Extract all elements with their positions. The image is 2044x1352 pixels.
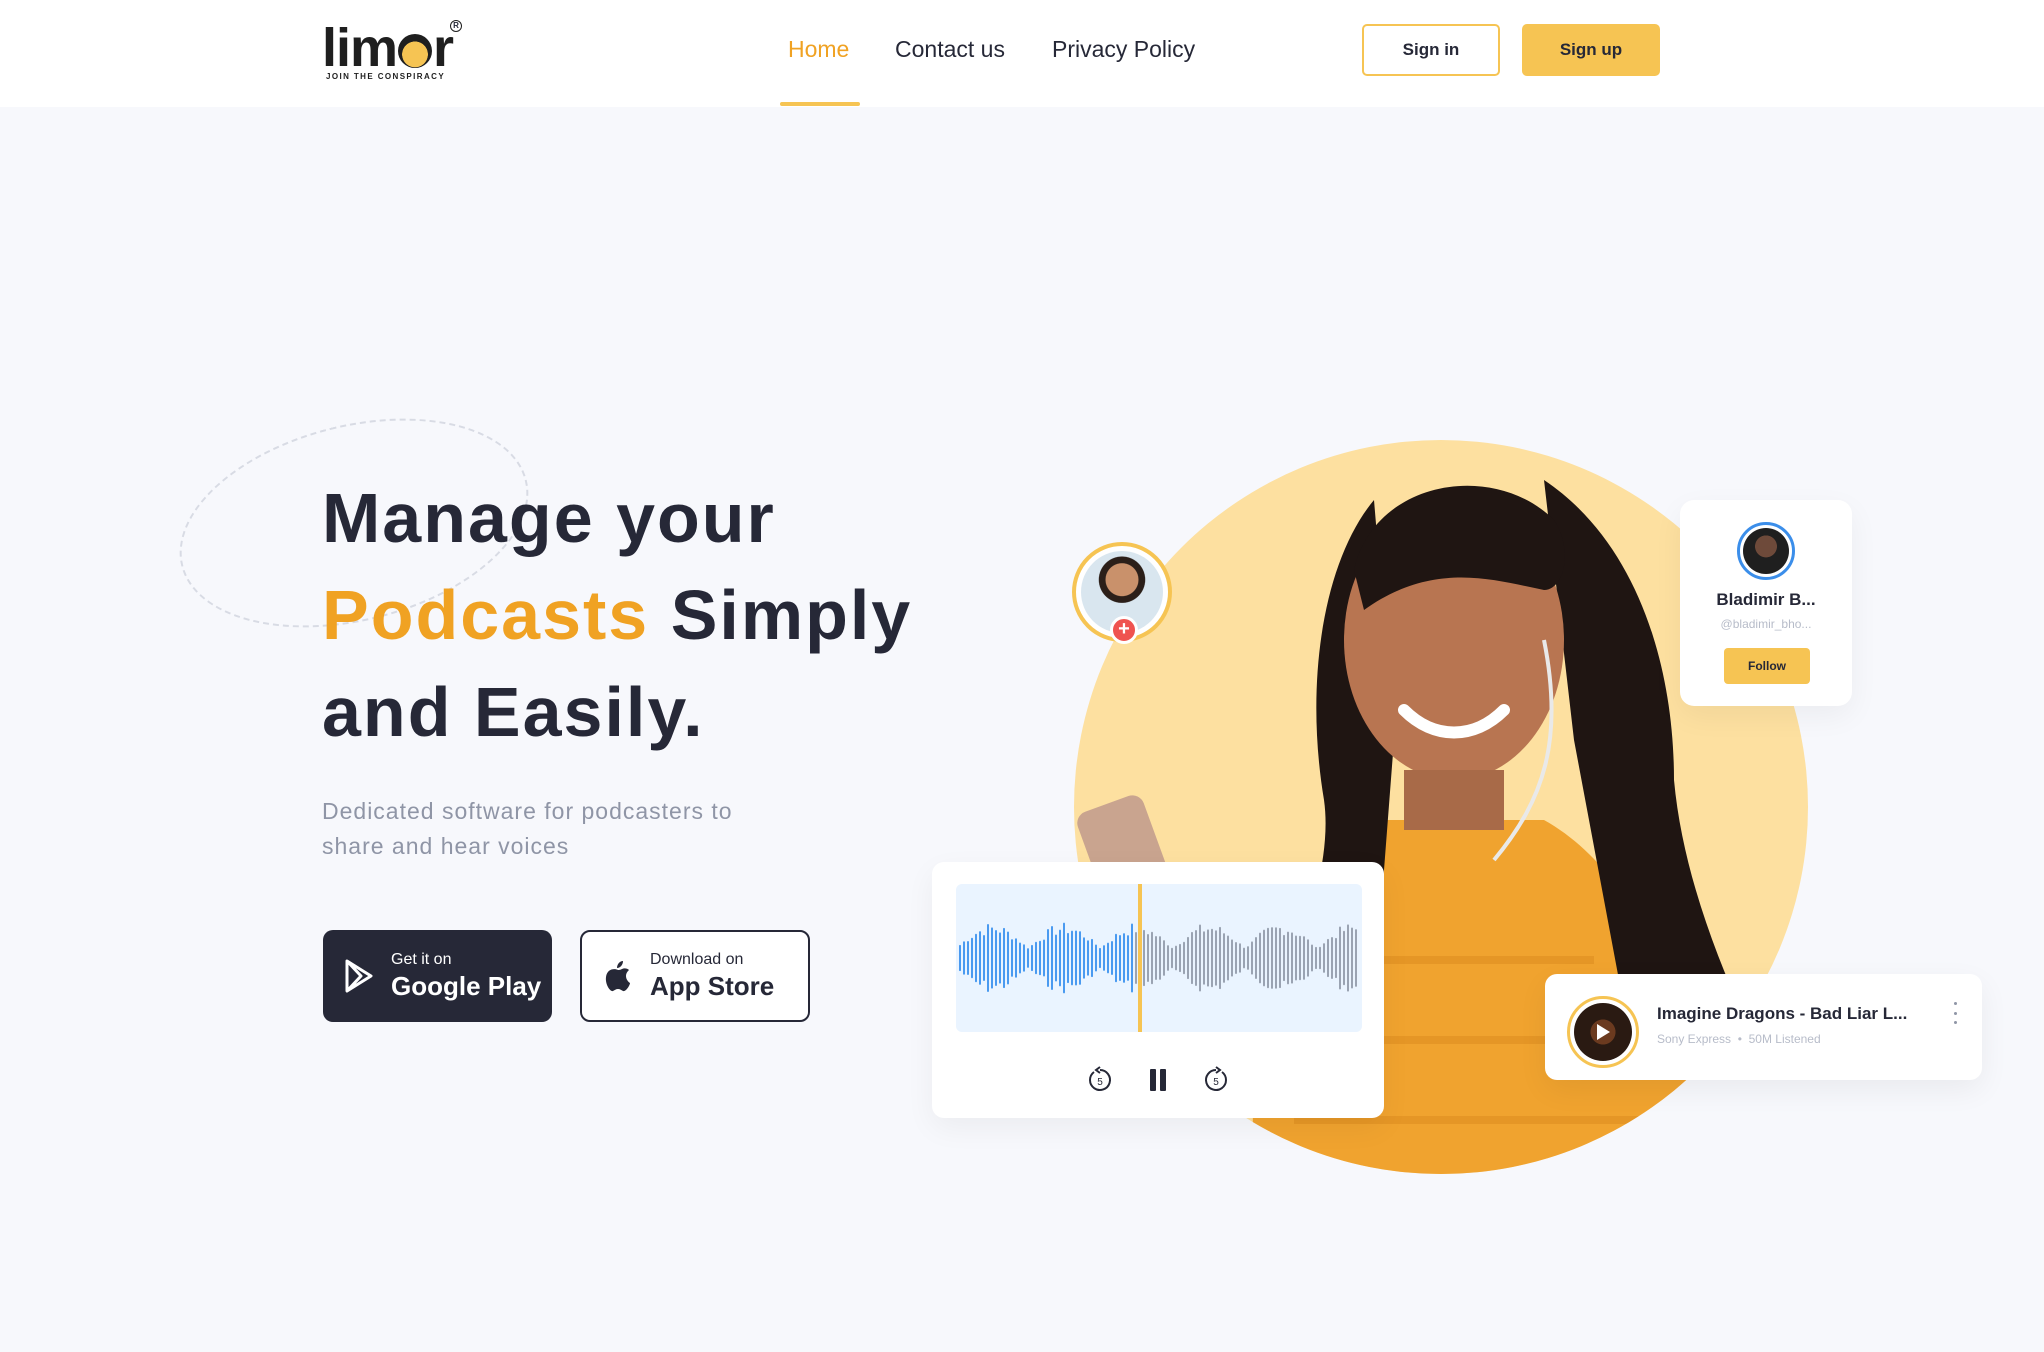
svg-text:5: 5 <box>1097 1077 1103 1088</box>
app-store-small-label: Download on <box>650 951 744 968</box>
follow-card-name: Bladimir B... <box>1716 590 1816 609</box>
follow-card-avatar[interactable] <box>1737 522 1795 580</box>
follow-button[interactable]: Follow <box>1724 648 1810 684</box>
more-options-icon[interactable] <box>1949 1002 1961 1024</box>
google-play-big-label: Google Play <box>391 971 542 1001</box>
track-meta: Sony Express • 50M Listened <box>1657 1032 1821 1046</box>
nav-item-contact-us[interactable]: Contact us <box>895 36 1005 63</box>
audio-player-card: 5 5 <box>932 862 1384 1118</box>
waveform[interactable] <box>956 884 1362 1032</box>
registered-mark: R <box>450 20 462 32</box>
nav-item-privacy-policy[interactable]: Privacy Policy <box>1052 36 1195 63</box>
sign-in-button[interactable]: Sign in <box>1362 24 1500 76</box>
logo-tagline: JOIN THE CONSPIRACY <box>326 72 446 81</box>
top-navbar: lim r R JOIN THE CONSPIRACY Home Contact … <box>0 0 2044 107</box>
plus-icon[interactable]: + <box>1110 616 1138 644</box>
logo-wordmark: lim r <box>322 18 454 78</box>
pause-icon[interactable] <box>1142 1064 1174 1096</box>
track-artwork[interactable] <box>1567 996 1639 1068</box>
play-store-icon <box>341 956 377 996</box>
logo-o-mark <box>398 34 433 68</box>
hero-headline: Manage your Podcasts Simply and Easily. <box>322 470 912 761</box>
headline-line-3: and Easily. <box>322 673 705 751</box>
headline-accent-word: Podcasts <box>322 576 650 654</box>
follow-card-handle: @bladimir_bho... <box>1720 617 1812 631</box>
apple-icon <box>600 956 636 996</box>
app-store-big-label: App Store <box>650 971 775 1001</box>
app-store-button[interactable]: Download on App Store <box>580 930 810 1022</box>
headline-line-2-rest: Simply <box>649 576 913 654</box>
now-playing-card[interactable]: Imagine Dragons - Bad Liar L... Sony Exp… <box>1545 974 1982 1080</box>
track-meta-separator: • <box>1737 1032 1742 1046</box>
waveform-bars <box>959 922 1357 994</box>
google-play-small-label: Get it on <box>391 951 452 968</box>
nav-item-home[interactable]: Home <box>788 36 849 63</box>
hero-subtext: Dedicated software for podcasters to sha… <box>322 798 733 859</box>
rewind-5-icon[interactable]: 5 <box>1084 1064 1116 1096</box>
track-artist: Sony Express <box>1657 1032 1732 1046</box>
follow-card-avatar-photo <box>1743 528 1789 574</box>
svg-text:5: 5 <box>1213 1077 1219 1088</box>
brand-logo[interactable]: lim r R JOIN THE CONSPIRACY <box>322 18 472 81</box>
nav-active-indicator <box>780 102 860 106</box>
play-icon[interactable] <box>1574 1003 1632 1061</box>
track-listens: 50M Listened <box>1748 1032 1821 1046</box>
app-store-text: Download on App Store <box>650 950 774 1002</box>
forward-5-icon[interactable]: 5 <box>1200 1064 1232 1096</box>
follow-card: Bladimir B... @bladimir_bho... Follow <box>1680 500 1852 706</box>
google-play-text: Get it on Google Play <box>391 950 541 1002</box>
player-controls: 5 5 <box>932 1064 1384 1100</box>
sign-up-button[interactable]: Sign up <box>1522 24 1660 76</box>
headline-line-1: Manage your <box>322 479 776 557</box>
google-play-button[interactable]: Get it on Google Play <box>323 930 552 1022</box>
waveform-playhead[interactable] <box>1138 884 1142 1032</box>
track-title: Imagine Dragons - Bad Liar L... <box>1657 1004 1908 1023</box>
